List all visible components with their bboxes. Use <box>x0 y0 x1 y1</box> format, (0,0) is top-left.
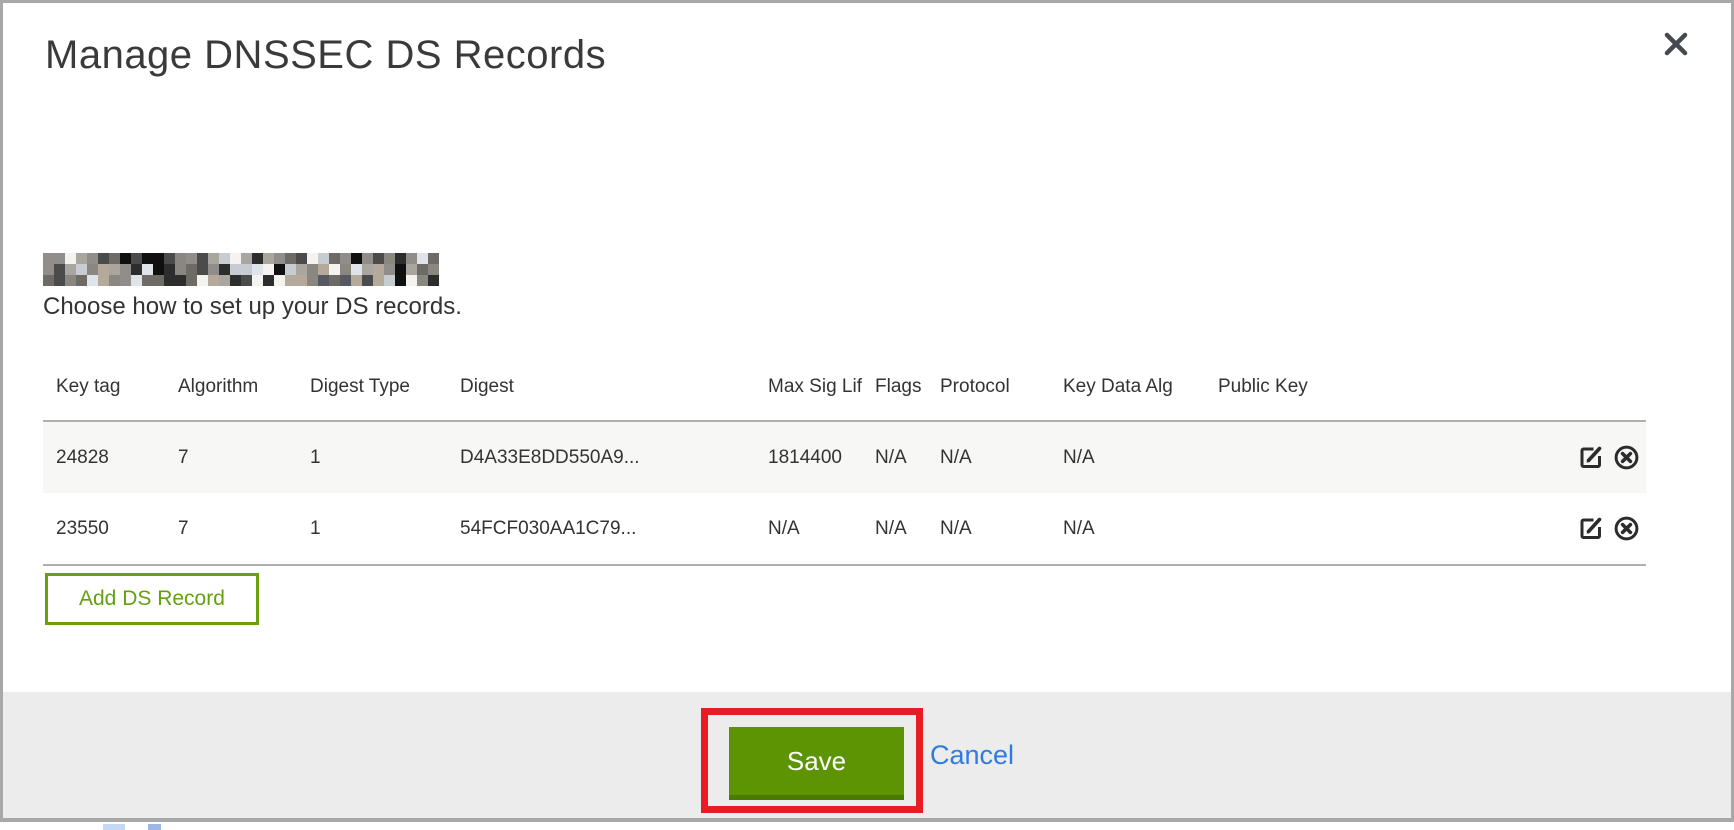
col-header-digest: Digest <box>447 361 755 421</box>
cell-protocol: N/A <box>927 493 1050 565</box>
cell-protocol: N/A <box>927 421 1050 493</box>
cell-algorithm: 7 <box>165 421 297 493</box>
cell-public-key <box>1205 421 1563 493</box>
ds-records-table: Key tag Algorithm Digest Type Digest Max… <box>43 361 1646 566</box>
col-header-max-sig-life: Max Sig Life <box>755 361 862 421</box>
cell-algorithm: 7 <box>165 493 297 565</box>
col-header-actions <box>1563 361 1646 421</box>
cell-key-tag: 24828 <box>43 421 165 493</box>
add-ds-record-button[interactable]: Add DS Record <box>45 573 259 625</box>
cell-flags: N/A <box>862 493 927 565</box>
save-button[interactable]: Save <box>729 727 904 800</box>
edit-icon[interactable] <box>1578 444 1605 471</box>
col-header-digest-type: Digest Type <box>297 361 447 421</box>
underlying-page-fragment <box>103 824 161 830</box>
col-header-key-data-alg: Key Data Alg <box>1050 361 1205 421</box>
cell-digest-type: 1 <box>297 421 447 493</box>
instruction-text: Choose how to set up your DS records. <box>43 293 462 321</box>
col-header-public-key: Public Key <box>1205 361 1563 421</box>
cell-flags: N/A <box>862 421 927 493</box>
col-header-algorithm: Algorithm <box>165 361 297 421</box>
row-actions <box>1563 421 1646 493</box>
table-header-row: Key tag Algorithm Digest Type Digest Max… <box>43 361 1646 421</box>
cell-max-sig-life: N/A <box>755 493 862 565</box>
col-header-flags: Flags <box>862 361 927 421</box>
cell-digest: 54FCF030AA1C79... <box>447 493 755 565</box>
redacted-domain-name <box>43 253 439 286</box>
row-actions <box>1563 493 1646 565</box>
cell-key-data-alg: N/A <box>1050 493 1205 565</box>
cell-public-key <box>1205 493 1563 565</box>
delete-icon[interactable] <box>1613 515 1640 542</box>
delete-icon[interactable] <box>1613 444 1640 471</box>
cancel-link[interactable]: Cancel <box>930 740 1014 771</box>
cell-key-data-alg: N/A <box>1050 421 1205 493</box>
cell-digest: D4A33E8DD550A9... <box>447 421 755 493</box>
edit-icon[interactable] <box>1578 515 1605 542</box>
col-header-key-tag: Key tag <box>43 361 165 421</box>
col-header-protocol: Protocol <box>927 361 1050 421</box>
cell-key-tag: 23550 <box>43 493 165 565</box>
page-title: Manage DNSSEC DS Records <box>45 33 606 78</box>
manage-dnssec-dialog: Manage DNSSEC DS Records Choose how to s… <box>0 0 1734 822</box>
cell-digest-type: 1 <box>297 493 447 565</box>
cell-max-sig-life: 1814400 <box>755 421 862 493</box>
close-icon[interactable] <box>1659 27 1693 61</box>
table-row: 23550 7 1 54FCF030AA1C79... N/A N/A N/A … <box>43 493 1646 565</box>
table-row: 24828 7 1 D4A33E8DD550A9... 1814400 N/A … <box>43 421 1646 493</box>
